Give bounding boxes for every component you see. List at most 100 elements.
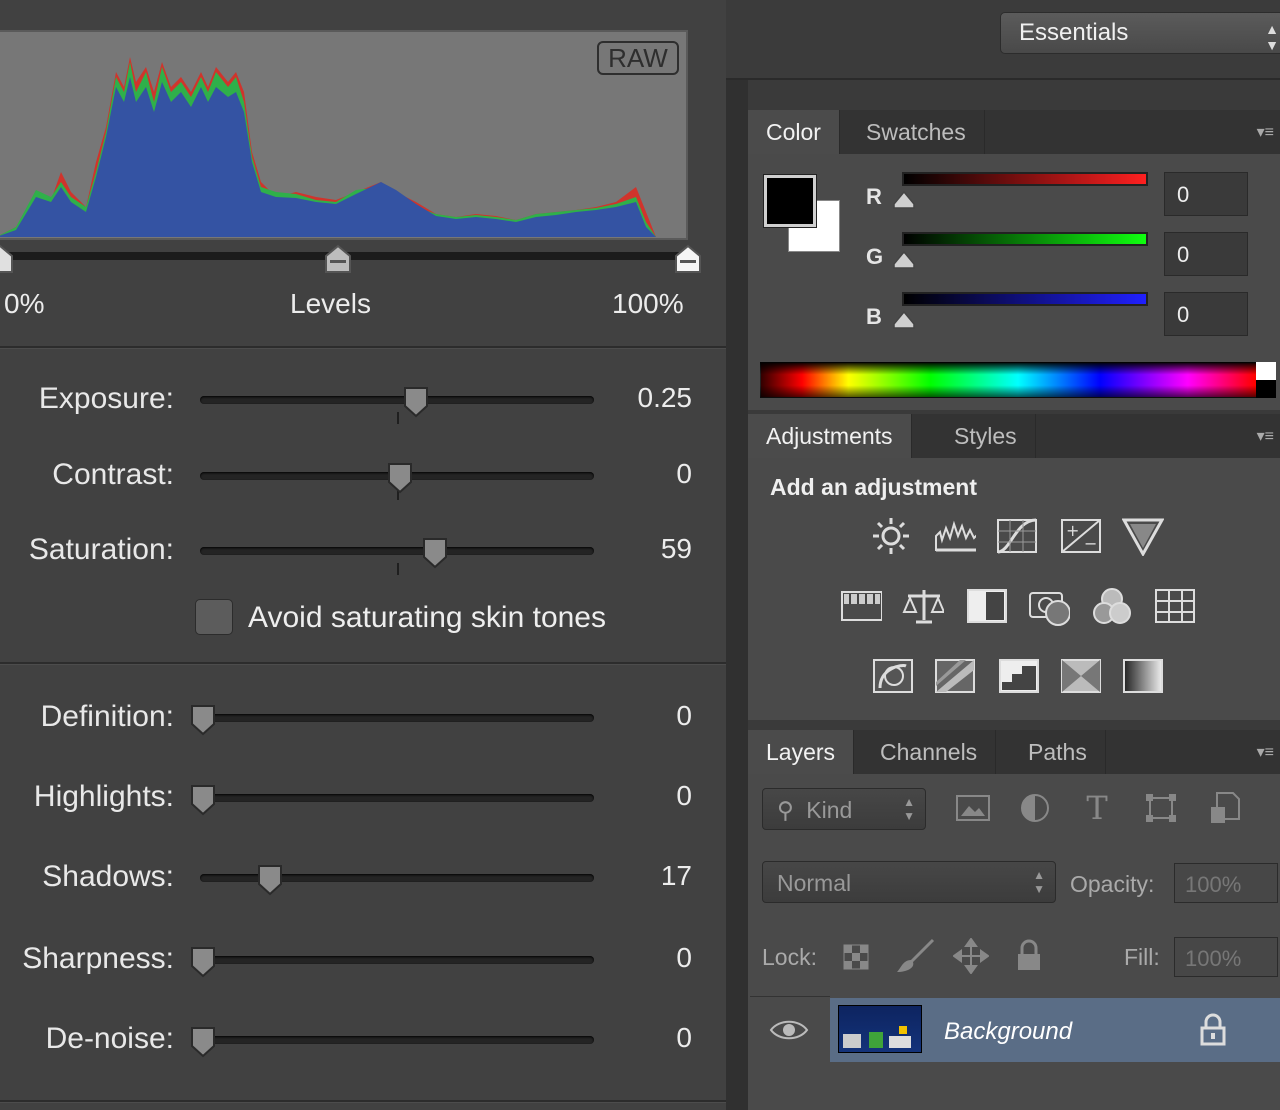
tab-styles[interactable]: Styles (936, 414, 1036, 458)
channel-value-input[interactable]: 0 (1164, 172, 1248, 216)
channel-value-input[interactable]: 0 (1164, 292, 1248, 336)
threshold-icon[interactable] (998, 656, 1040, 696)
panel-divider[interactable] (726, 0, 748, 1110)
channel-slider-thumb[interactable] (892, 190, 916, 210)
type-layer-filter-icon[interactable]: T (1076, 788, 1118, 828)
adjustment-label: Saturation: (28, 533, 174, 566)
channel-slider-thumb[interactable] (892, 310, 916, 330)
adjustment-row: Exposure: 0.25 (0, 370, 726, 430)
adjustment-row: De-noise: 0 (0, 1010, 726, 1070)
fill-input[interactable]: 100% (1174, 937, 1278, 977)
curves-icon[interactable] (996, 516, 1038, 556)
color-lookup-icon[interactable] (1154, 586, 1196, 626)
eye-icon[interactable] (768, 1010, 810, 1050)
white-chip[interactable] (1256, 362, 1276, 380)
smart-object-filter-icon[interactable] (1204, 788, 1246, 828)
adjustment-slider-thumb[interactable] (257, 864, 283, 896)
pixel-layer-filter-icon[interactable] (952, 788, 994, 828)
brightness-contrast-icon[interactable] (870, 516, 912, 556)
kind-label: Kind (806, 797, 853, 823)
svg-text:−: − (1084, 534, 1097, 553)
levels-mid-handle[interactable] (324, 244, 352, 274)
lock-transparent-icon[interactable] (836, 938, 878, 978)
tab-color[interactable]: Color (748, 110, 840, 154)
channel-slider[interactable] (902, 292, 1148, 306)
adjustment-slider-thumb[interactable] (190, 704, 216, 736)
posterize-icon[interactable] (934, 656, 976, 696)
tab-layers[interactable]: Layers (748, 730, 855, 774)
adjustment-label: Highlights: (33, 780, 174, 813)
svg-text:+: + (1066, 521, 1079, 540)
adjustment-slider-thumb[interactable] (387, 462, 413, 494)
adjustment-slider-thumb[interactable] (190, 784, 216, 816)
adjustment-slider-track[interactable] (200, 956, 594, 964)
panel-menu-icon[interactable]: ▾≡ (1257, 426, 1274, 446)
adjustment-value: 59 (660, 533, 692, 564)
tab-swatches[interactable]: Swatches (848, 110, 985, 154)
adjustment-slider-thumb[interactable] (422, 537, 448, 569)
photo-filter-icon[interactable] (1028, 586, 1070, 626)
adjustment-label: Shadows: (42, 860, 174, 893)
channel-slider[interactable] (902, 232, 1148, 246)
black-chip[interactable] (1256, 380, 1276, 398)
exposure-icon[interactable]: + − (1060, 516, 1102, 556)
opacity-input[interactable]: 100% (1174, 863, 1278, 903)
adjustment-value: 0 (676, 1022, 692, 1053)
channel-label: B (866, 304, 882, 329)
channel-slider-thumb[interactable] (892, 250, 916, 270)
blend-mode-select[interactable]: Normal ▲ ▼ (762, 861, 1056, 903)
hue-saturation-icon[interactable] (840, 586, 882, 626)
channel-label: R (866, 184, 882, 209)
lock-position-move-icon[interactable] (950, 936, 992, 976)
levels-white-handle[interactable] (674, 244, 702, 274)
channel-mixer-icon[interactable] (1090, 586, 1132, 626)
filter-kind-select[interactable]: ⚲ Kind ▲ ▼ (762, 788, 926, 830)
adjustment-slider-track[interactable] (200, 1036, 594, 1044)
layers-panel-tabs: Layers Channels Paths ▾≡ (748, 730, 1280, 774)
spectrum-shade (760, 362, 1276, 398)
levels-black-handle[interactable] (0, 244, 14, 274)
chevron-updown-icon: ▲ ▼ (903, 795, 915, 823)
lock-pixels-brush-icon[interactable] (894, 936, 936, 976)
adjustment-slider-track[interactable] (200, 396, 594, 404)
channel-value-input[interactable]: 0 (1164, 232, 1248, 276)
tab-paths[interactable]: Paths (1010, 730, 1106, 774)
adjustment-label: Definition: (40, 700, 174, 733)
adjustment-row: Definition: 0 (0, 688, 726, 748)
lock-label: Lock: (762, 944, 817, 970)
adjustment-value: 0 (676, 458, 692, 489)
shape-layer-filter-icon[interactable] (1140, 788, 1182, 828)
separator (0, 1100, 726, 1103)
blend-mode-label: Normal (777, 870, 852, 896)
panel-menu-icon[interactable]: ▾≡ (1257, 122, 1274, 142)
lock-icon (1192, 1010, 1234, 1050)
adjustment-slider-track[interactable] (200, 794, 594, 802)
tab-adjustments[interactable]: Adjustments (748, 414, 912, 458)
tab-channels[interactable]: Channels (862, 730, 997, 774)
panel-menu-icon[interactable]: ▾≡ (1257, 742, 1274, 762)
invert-icon[interactable] (872, 656, 914, 696)
foreground-swatch[interactable] (763, 174, 817, 228)
skin-tones-checkbox[interactable] (195, 599, 233, 635)
workspace-select[interactable]: Essentials ▲ ▼ (1000, 12, 1280, 54)
adjustment-row: Highlights: 0 (0, 768, 726, 828)
selective-color-icon[interactable] (1060, 656, 1102, 696)
color-balance-icon[interactable] (902, 586, 944, 626)
adjustment-slider-thumb[interactable] (190, 946, 216, 978)
black-white-icon[interactable] (966, 586, 1008, 626)
adjustment-slider-thumb[interactable] (190, 1026, 216, 1058)
levels-icon[interactable] (934, 516, 976, 556)
adjustment-slider-thumb[interactable] (403, 386, 429, 418)
vibrance-icon[interactable] (1122, 516, 1164, 556)
adjustment-layer-filter-icon[interactable] (1014, 788, 1056, 828)
color-panel-tabs: Color Swatches ▾≡ (748, 110, 1280, 154)
adjustment-slider-track[interactable] (200, 714, 594, 722)
adjustment-label: De-noise: (45, 1022, 174, 1055)
adjustment-label: Sharpness: (22, 942, 174, 975)
skin-tones-label: Avoid saturating skin tones (248, 601, 606, 634)
photo-adjust-panel: RAW 0% Levels 100% Exposure: 0.25 Contrast… (0, 0, 726, 1110)
channel-slider[interactable] (902, 172, 1148, 186)
gradient-map-icon[interactable] (1122, 656, 1164, 696)
adjustment-slider-track[interactable] (200, 547, 594, 555)
lock-all-icon[interactable] (1008, 936, 1050, 976)
